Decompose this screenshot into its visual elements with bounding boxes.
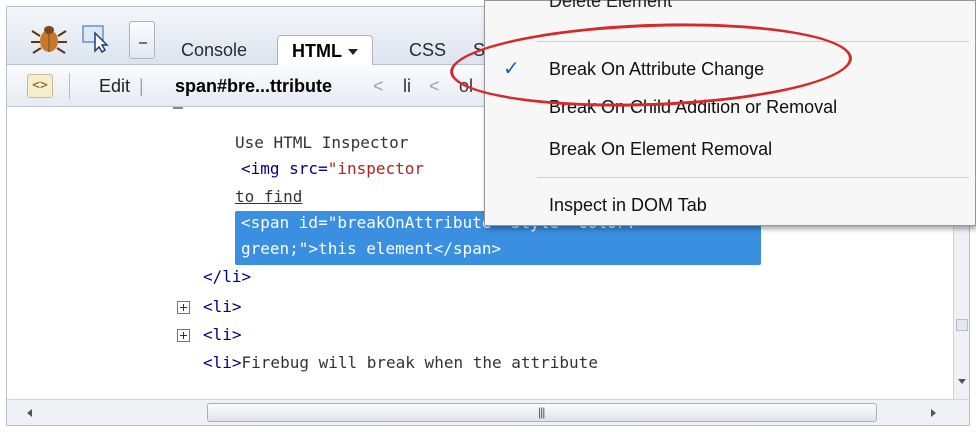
- tab-css[interactable]: CSS: [409, 35, 446, 65]
- breadcrumb-item-li[interactable]: li: [403, 65, 411, 107]
- span-close-tag: </span>: [433, 239, 502, 258]
- menu-item-inspect-in-dom-tab[interactable]: Inspect in DOM Tab: [485, 187, 975, 223]
- horizontal-scrollbar[interactable]: |||: [7, 399, 969, 425]
- toolbar-divider: [69, 73, 70, 99]
- expand-icon[interactable]: [177, 301, 190, 314]
- breadcrumb-separator: <: [429, 76, 440, 96]
- scroll-down-icon[interactable]: [958, 379, 966, 384]
- tab-html[interactable]: HTML: [277, 35, 373, 66]
- tab-console[interactable]: Console: [181, 35, 247, 65]
- expand-icon[interactable]: [177, 329, 190, 342]
- scroll-thumb[interactable]: |||: [207, 403, 877, 422]
- scroll-right-icon[interactable]: [931, 409, 936, 417]
- grip-icon: |||: [538, 405, 545, 419]
- span-node-cont[interactable]: green;">this element</span>: [241, 235, 501, 263]
- scroll-left-icon[interactable]: [27, 409, 32, 417]
- menu-item-break-on-element-removal[interactable]: Break On Element Removal: [485, 131, 975, 167]
- breadcrumb-separator: |: [139, 76, 144, 96]
- img-tag: <img src=: [241, 159, 328, 178]
- menu-item-delete-element[interactable]: Delete Element: [485, 0, 975, 19]
- inspect-pointer-icon[interactable]: [81, 23, 113, 53]
- firebug-bug-icon[interactable]: [29, 21, 69, 55]
- li-close-tag[interactable]: </li>: [203, 263, 251, 291]
- scroll-thumb[interactable]: [956, 319, 968, 331]
- firebug-menu-button[interactable]: [129, 21, 155, 59]
- img-node[interactable]: <img src="inspector: [241, 155, 424, 183]
- tab-html-label: HTML: [292, 41, 342, 61]
- li-tag: <li>: [203, 353, 242, 372]
- collapse-marker: [173, 107, 183, 109]
- span-text: this element: [318, 239, 434, 258]
- menu-dash-icon: [139, 42, 147, 44]
- html-toggle-icon[interactable]: <>: [27, 74, 53, 98]
- breadcrumb-item-span[interactable]: span#bre...ttribute: [175, 65, 332, 107]
- li-text: Firebug will break when the attribute: [241, 353, 598, 372]
- li-node[interactable]: <li>: [203, 293, 242, 321]
- breadcrumb-separator: <: [373, 76, 384, 96]
- img-src-value: "inspector: [327, 159, 425, 178]
- edit-button[interactable]: Edit: [99, 65, 130, 107]
- text-node[interactable]: Use HTML Inspector: [235, 129, 408, 157]
- text-node[interactable]: to find: [235, 183, 302, 211]
- chevron-down-icon[interactable]: [347, 49, 358, 56]
- span-attr-tail: green;">: [241, 239, 319, 258]
- menu-separator: [537, 177, 969, 178]
- li-node[interactable]: <li>: [203, 321, 242, 349]
- li-node[interactable]: <li>Firebug will break when the attribut…: [203, 349, 598, 377]
